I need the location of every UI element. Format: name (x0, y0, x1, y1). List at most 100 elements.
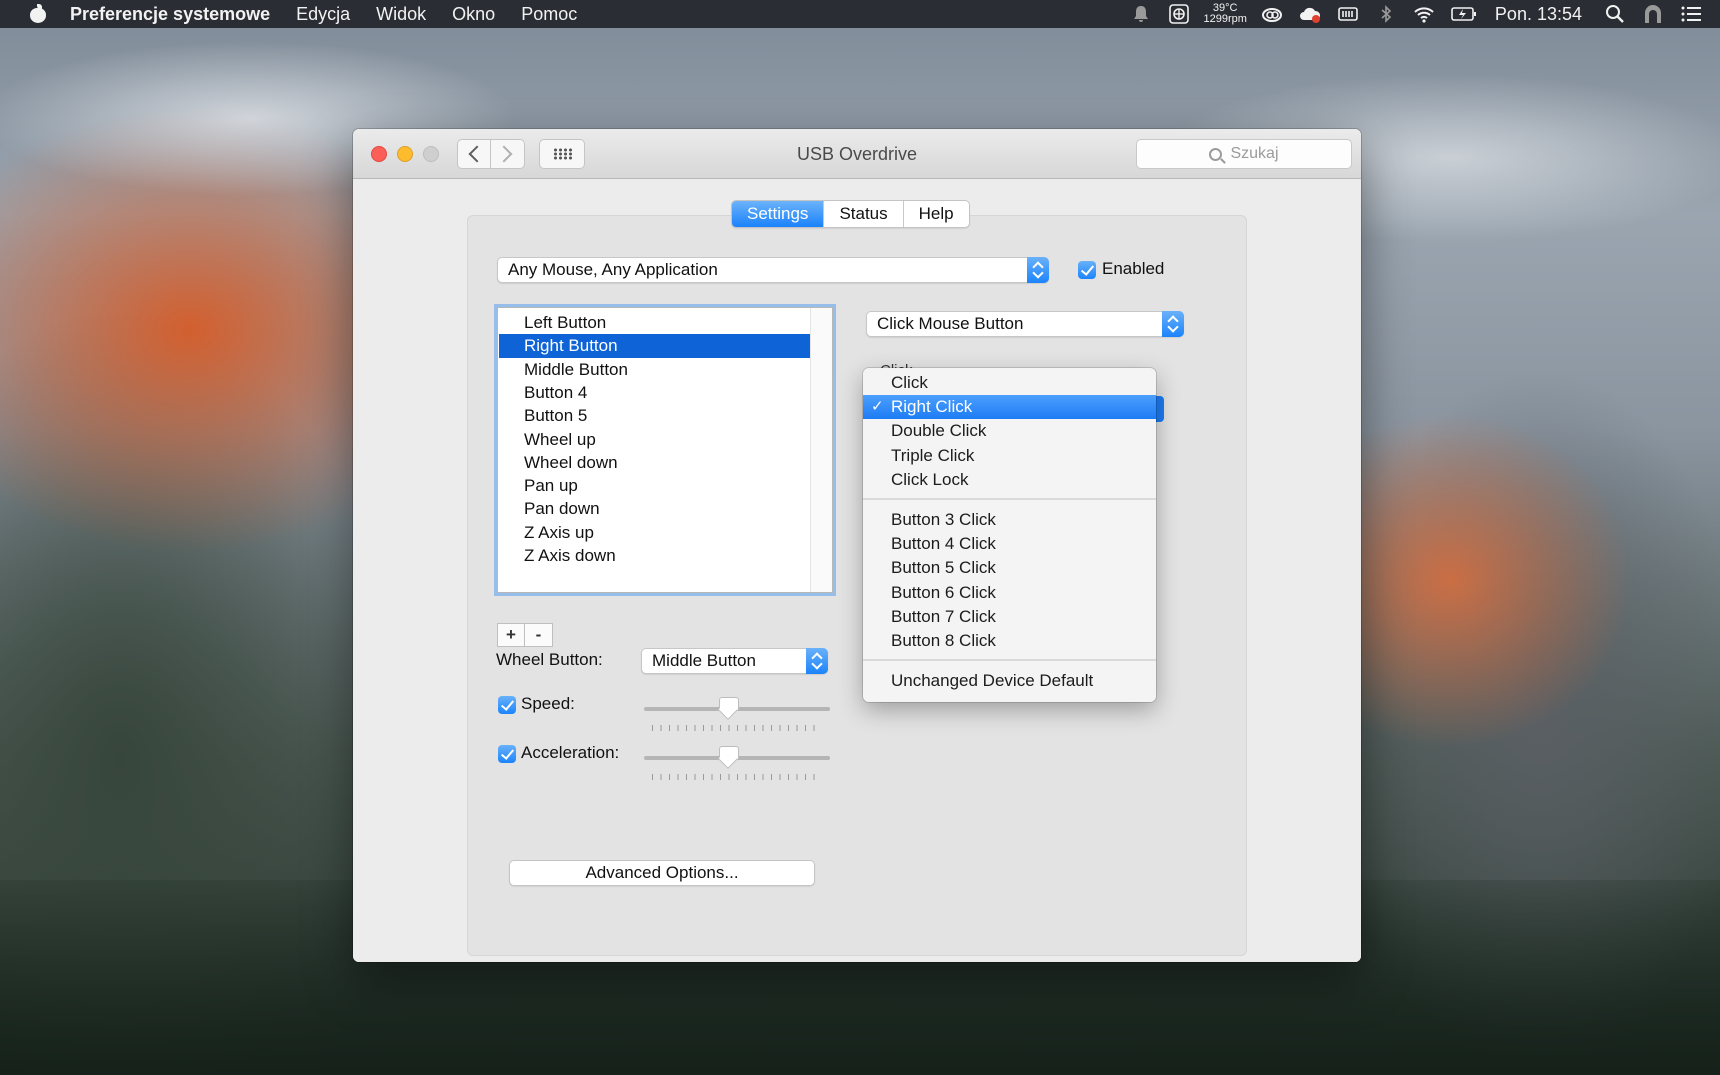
search-field[interactable]: Szukaj (1136, 139, 1352, 169)
menu-item[interactable]: Double Click (863, 419, 1156, 443)
speed-slider[interactable] (644, 695, 830, 731)
menu-item-label: Button 8 Click (891, 631, 996, 650)
menu-edit[interactable]: Edycja (296, 4, 350, 25)
speed-label: Speed: (521, 694, 575, 713)
menu-help[interactable]: Pomoc (521, 4, 577, 25)
menu-item-label: Button 7 Click (891, 606, 996, 626)
device-popup-value: Any Mouse, Any Application (508, 260, 718, 279)
list-item[interactable]: Right Button (499, 334, 810, 359)
popup-arrows-icon (1162, 311, 1184, 337)
grid-icon (553, 148, 573, 160)
menu-item-label: Double Click (891, 421, 987, 441)
enabled-checkbox[interactable] (1078, 261, 1096, 279)
menu-item[interactable]: Button 8 Click (863, 629, 1156, 653)
speed-checkbox[interactable] (498, 696, 516, 714)
remove-button[interactable]: - (525, 623, 553, 647)
popup-arrows-icon (806, 648, 828, 674)
user-icon[interactable] (1642, 4, 1664, 24)
menu-item-label: Click (891, 373, 928, 392)
tab-status[interactable]: Status (824, 201, 904, 227)
list-scrollbar[interactable] (810, 308, 832, 592)
tab-help[interactable]: Help (904, 201, 969, 227)
tab-bar: Settings Status Help (731, 200, 970, 228)
list-item[interactable]: Middle Button (499, 358, 810, 382)
menu-item[interactable]: Triple Click (863, 444, 1156, 468)
cloud-icon[interactable] (1299, 4, 1321, 24)
search-placeholder: Szukaj (1230, 145, 1279, 162)
title-bar[interactable]: USB Overdrive Szukaj (353, 129, 1361, 179)
enabled-label: Enabled (1102, 259, 1165, 278)
minimize-button[interactable] (397, 146, 413, 162)
list-item[interactable]: Pan up (499, 474, 810, 498)
button-list[interactable]: Left Button Right Button Middle Button Butt… (497, 307, 833, 593)
click-popup-edge (1156, 396, 1164, 422)
fan-icon[interactable] (1168, 4, 1190, 24)
menubar-clock[interactable]: Pon. 13:54 (1495, 4, 1582, 25)
creative-cloud-icon[interactable] (1261, 4, 1283, 24)
menu-separator (863, 498, 1156, 500)
battery-icon[interactable] (1451, 4, 1477, 24)
list-item[interactable]: Z Axis up (499, 521, 810, 545)
close-button[interactable] (371, 146, 387, 162)
checkmark-icon: ✓ (871, 398, 884, 416)
menu-item-label: Button 3 Click (891, 510, 996, 529)
menu-item[interactable]: Button 3 Click (863, 508, 1156, 532)
menu-item[interactable]: Button 7 Click (863, 605, 1156, 629)
apple-icon[interactable] (28, 4, 48, 24)
list-item[interactable]: Wheel down (499, 451, 810, 475)
fan-speed-value: 1299rpm (1203, 13, 1247, 25)
wheel-button-popup[interactable]: Middle Button (641, 648, 828, 674)
acceleration-slider-knob[interactable] (718, 746, 739, 766)
window-content: Settings Status Help Any Mouse, Any Appl… (353, 180, 1361, 962)
menu-item-label: Click Lock (891, 469, 969, 489)
notification-icon[interactable] (1130, 4, 1152, 24)
search-icon (1209, 147, 1223, 161)
menu-item[interactable]: Button 6 Click (863, 581, 1156, 605)
tab-settings[interactable]: Settings (732, 201, 825, 227)
device-popup[interactable]: Any Mouse, Any Application (497, 257, 1049, 283)
list-add-remove: + - (497, 623, 553, 647)
memory-icon[interactable] (1337, 4, 1359, 24)
add-button[interactable]: + (497, 623, 525, 647)
menu-item[interactable]: Button 5 Click (863, 556, 1156, 580)
show-all-button[interactable] (539, 139, 585, 169)
menu-item-label: Triple Click (891, 445, 975, 465)
acceleration-slider[interactable] (644, 744, 830, 780)
wheel-button-value: Middle Button (652, 651, 756, 670)
list-item[interactable]: Button 4 (499, 381, 810, 405)
spotlight-icon[interactable] (1604, 4, 1626, 24)
menu-item-label: Unchanged Device Default (891, 671, 1094, 691)
list-icon[interactable] (1680, 4, 1702, 24)
menu-window[interactable]: Okno (452, 4, 495, 25)
list-item[interactable]: Left Button (499, 311, 810, 335)
acceleration-label: Acceleration: (521, 743, 620, 762)
menu-view[interactable]: Widok (376, 4, 426, 25)
menu-item-label: Button 6 Click (891, 582, 996, 602)
action-popup[interactable]: Click Mouse Button (866, 311, 1184, 337)
wifi-icon[interactable] (1413, 4, 1435, 24)
menu-item[interactable]: Button 4 Click (863, 532, 1156, 556)
menu-app-name[interactable]: Preferencje systemowe (70, 4, 270, 25)
chevron-right-icon (495, 145, 513, 163)
click-type-menu: Click ✓ Right Click Double Click Triple Clic… (863, 368, 1156, 702)
menu-item[interactable]: Click Lock (863, 468, 1156, 492)
menu-item[interactable]: Click (863, 371, 1156, 395)
slider-ticks (652, 774, 822, 780)
menu-item[interactable]: Unchanged Device Default (863, 669, 1156, 693)
menu-bar: Preferencje systemowe Edycja Widok Okno … (0, 0, 1720, 28)
forward-button[interactable] (491, 139, 525, 169)
back-button[interactable] (457, 139, 491, 169)
list-item[interactable]: Button 5 (499, 404, 810, 428)
temperature-readout[interactable]: 39°C 1299rpm (1204, 3, 1247, 25)
acceleration-checkbox[interactable] (498, 745, 516, 763)
bluetooth-icon[interactable] (1375, 4, 1397, 24)
speed-slider-knob[interactable] (718, 697, 739, 717)
zoom-button[interactable] (423, 146, 439, 162)
list-item[interactable]: Wheel up (499, 428, 810, 452)
menu-separator (863, 659, 1156, 662)
action-popup-value: Click Mouse Button (877, 314, 1024, 333)
list-item[interactable]: Pan down (499, 497, 810, 521)
list-item[interactable]: Z Axis down (499, 544, 810, 568)
menu-item[interactable]: ✓ Right Click (863, 395, 1156, 420)
advanced-options-button[interactable]: Advanced Options... (509, 860, 815, 886)
